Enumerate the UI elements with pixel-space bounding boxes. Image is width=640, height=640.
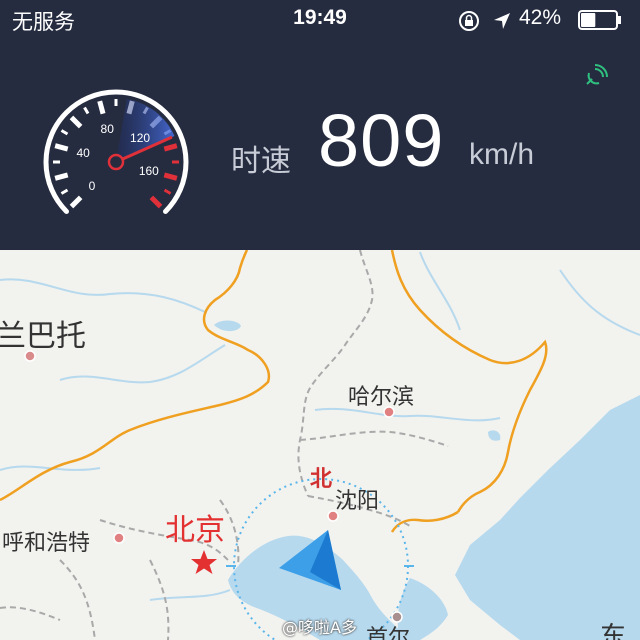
gauge-tick — [69, 195, 83, 209]
speed-label: 时速 — [231, 144, 291, 179]
status-bar: 无服务 19:49 42% — [0, 0, 640, 42]
gauge-label: 120 — [130, 131, 150, 145]
gauge-label: 0 — [89, 179, 96, 193]
speed-header: 无服务 19:49 42% 0 40 80 120 160 时速 809 km/… — [0, 0, 640, 250]
city-label-hohhot: 呼和浩特 — [2, 531, 90, 556]
gauge-tick — [54, 172, 69, 181]
gauge-tick — [163, 188, 172, 195]
gauge-label: 40 — [76, 146, 90, 160]
gauge-outer-ring — [43, 89, 189, 214]
gauge-tick — [163, 143, 178, 152]
city-label-beijing: 北京 — [165, 513, 225, 548]
gauge-label: 80 — [101, 122, 115, 136]
rotation-lock-icon — [459, 11, 479, 31]
city-label-harbin: 哈尔滨 — [348, 385, 414, 410]
gauge-tick — [60, 188, 69, 195]
gauge-tick — [97, 100, 106, 115]
gauge-ticks — [53, 99, 179, 209]
location-arrow-icon — [494, 13, 510, 29]
gauge-tick — [83, 106, 90, 115]
battery-icon — [578, 10, 621, 30]
gauge-tick — [149, 195, 163, 209]
city-label-shenyang: 沈阳 — [335, 489, 379, 514]
speedometer-gauge: 0 40 80 120 160 — [43, 89, 189, 214]
city-label-seoul: 首尔 — [366, 626, 410, 640]
gauge-tick — [69, 115, 83, 129]
gauge-tick — [54, 143, 69, 152]
edge-label: 东 — [600, 622, 626, 640]
speed-value: 809 — [318, 99, 445, 182]
battery-percent: 42% — [519, 6, 562, 29]
compass-north-label: 北 — [310, 467, 332, 492]
gauge-label: 160 — [139, 164, 159, 178]
city-label-ulaanbaatar: 兰巴托 — [0, 319, 86, 354]
map-view[interactable]: 北 兰巴托 哈尔滨 沈阳 呼和浩特 北京 首尔 东 — [0, 250, 640, 640]
gauge-tick — [60, 129, 69, 136]
watermark: @哆啦A多 — [282, 618, 357, 637]
speed-unit: km/h — [469, 138, 535, 171]
gauge-tick — [163, 172, 178, 181]
needle-hub — [107, 153, 125, 171]
gps-signal-icon — [586, 64, 608, 85]
